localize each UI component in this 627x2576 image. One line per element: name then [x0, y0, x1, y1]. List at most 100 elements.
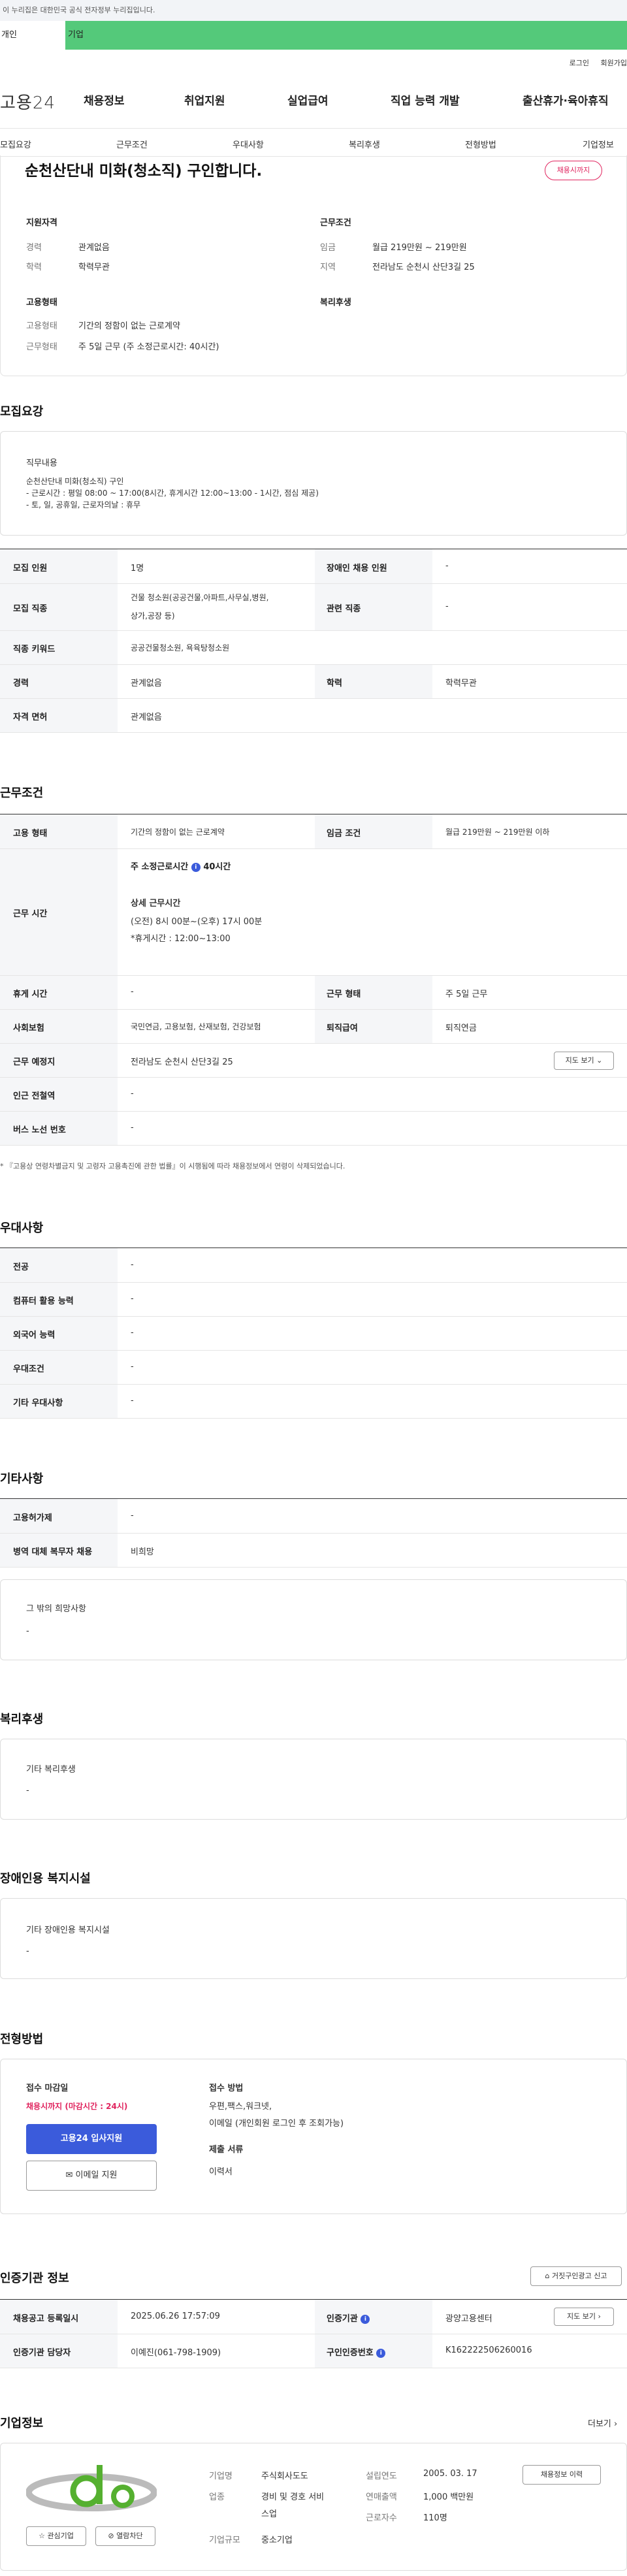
row-header: 자격 면허 [13, 713, 48, 722]
cond-key: 지역 [320, 263, 336, 272]
age-notice: * 『고용상 연령차별금지 및 고령자 고용촉진에 관한 법률』이 시행됨에 따… [0, 1162, 346, 1170]
chevron-right-icon: › [614, 2419, 618, 2429]
row-header: 경력 [13, 679, 29, 688]
row-header: 장애인 채용 인원 [327, 564, 387, 573]
apply-button[interactable]: 고용24 입사지원 [26, 2124, 157, 2154]
row-header: 관련 직종 [327, 604, 361, 614]
duty-line: - 토, 일, 공휴일, 근로자의날 : 휴무 [26, 500, 141, 509]
login-link[interactable]: 로그인 [570, 59, 589, 67]
row-value: - [131, 1362, 134, 1372]
gnb-job-info[interactable]: 채용정보 [84, 91, 125, 111]
lnb-recruit[interactable]: 모집요강 [0, 138, 31, 150]
lnb-company[interactable]: 기업정보 [583, 138, 614, 150]
doc-label: 제출 서류 [209, 2145, 244, 2155]
company-value: 경비 및 경호 서비 [261, 2492, 325, 2502]
welfare-label: 기타 복리후생 [26, 1765, 76, 1775]
detail-hours-line: (오전) 8시 00분~(오후) 17시 00분 [131, 917, 263, 927]
row-value: K162222506260016 [445, 2345, 532, 2355]
company-more-link[interactable]: 더보기 › [588, 2417, 617, 2429]
weekly-hours-label: 주 소정근로시간 [131, 862, 189, 872]
tab-business[interactable]: 기업 [68, 21, 84, 50]
star-icon: ☆ [39, 2532, 45, 2540]
agency-title: 인증기관 정보 [0, 2272, 69, 2285]
row-header: 인증기관 담당자 [13, 2348, 71, 2358]
row-header: 고용허가제 [13, 1513, 52, 1523]
selection-title: 전형방법 [0, 2033, 44, 2046]
emp-value: 주 5일 근무 (주 소정근로시간: 40시간) [78, 342, 219, 352]
cond-heading: 근무조건 [320, 218, 351, 228]
block-icon: ⊘ [108, 2532, 114, 2540]
row-value: - [131, 1089, 134, 1099]
row-value: 1명 [131, 564, 144, 573]
job-history-button[interactable]: 채용정보 이력 [522, 2465, 601, 2485]
company-value: 중소기업 [261, 2536, 293, 2545]
company-key: 업종 [209, 2492, 225, 2502]
welfare-box [0, 1739, 627, 1820]
block-view-button[interactable]: ⊘ 열람차단 [95, 2526, 155, 2546]
deadline-badge: 채용시까지 [545, 161, 602, 180]
mail-icon: ✉ [65, 2170, 73, 2180]
favorite-company-button[interactable]: ☆ 관심기업 [26, 2526, 86, 2546]
map-view-button[interactable]: 지도 보기 ⌄ [554, 1052, 614, 1070]
row-header: 고용 형태 [13, 829, 48, 839]
site-logo[interactable]: 고용24 [0, 89, 56, 114]
row-value: 학력무관 [445, 679, 477, 688]
row-value: 관계없음 [131, 713, 162, 722]
pref-title: 우대사항 [0, 1221, 44, 1235]
emp-key: 근무형태 [26, 342, 57, 352]
row-header: 인증기관 i [327, 2311, 370, 2324]
row-value: - [131, 1260, 134, 1270]
row-value: 국민연금, 고용보험, 산재보험, 건강보험 [131, 1022, 261, 1031]
duty-line: - 근로시간 : 평일 08:00 ~ 17:00(8시간, 휴게시간 12:0… [26, 489, 319, 498]
gnb-unemployment-benefit[interactable]: 실업급여 [287, 91, 329, 111]
company-key: 설립연도 [366, 2471, 397, 2481]
recruit-title: 모집요강 [0, 405, 44, 419]
weekly-hours-value: 40시간 [203, 862, 231, 872]
qual-heading: 지원자격 [26, 218, 57, 228]
lnb-selection[interactable]: 전형방법 [465, 138, 496, 150]
row-value: 2025.06.26 17:57:09 [131, 2311, 220, 2321]
row-value: 상가,공장 등) [131, 611, 175, 620]
lnb-preference[interactable]: 우대사항 [233, 138, 264, 150]
lnb-work[interactable]: 근무조건 [116, 138, 148, 150]
cond-key: 임금 [320, 243, 336, 253]
row-header: 사회보험 [13, 1023, 44, 1033]
other-hopes-value: - [26, 1626, 29, 1636]
qual-key: 학력 [26, 263, 42, 272]
deadline-value: 채용시까지 (마감시간 : 24시) [26, 2102, 128, 2111]
row-header: 인근 전철역 [13, 1091, 56, 1101]
company-title: 기업정보 [0, 2417, 44, 2430]
emp-value: 기간의 정함이 없는 근로계약 [78, 321, 180, 331]
row-value: - [131, 1123, 134, 1133]
method-label: 접수 방법 [209, 2084, 244, 2093]
chevron-right-icon: › [598, 2312, 601, 2321]
qual-value: 학력무관 [78, 263, 110, 272]
row-value: - [131, 1396, 134, 1406]
row-header: 학력 [327, 679, 342, 688]
row-value: - [445, 561, 449, 571]
deadline-label: 접수 마감일 [26, 2084, 69, 2093]
row-value: - [131, 987, 134, 997]
row-value: 건물 청소원(공공건물,아파트,사무실,병원, [131, 593, 269, 602]
welfare-heading: 복리후생 [320, 298, 351, 308]
emp-key: 고용형태 [26, 321, 57, 331]
join-link[interactable]: 회원가입 [601, 59, 627, 67]
email-apply-button[interactable]: ✉ 이메일 지원 [26, 2161, 157, 2191]
disabled-title: 장애인용 복지시설 [0, 1872, 91, 1886]
cond-value: 전라남도 순천시 산단3길 25 [372, 263, 475, 272]
agency-map-button[interactable]: 지도 보기 › [554, 2308, 614, 2326]
method-value: 우편,팩스,워크넷, [209, 2102, 272, 2112]
report-false-ad-button[interactable]: ⌂ 거짓구인광고 신고 [530, 2266, 622, 2286]
tab-personal[interactable]: 개인 [0, 21, 65, 50]
row-header: 구인인증번호 i [327, 2345, 386, 2358]
chevron-down-icon: ⌄ [596, 1056, 603, 1065]
company-key: 기업규모 [209, 2536, 240, 2545]
lnb-welfare[interactable]: 복리후생 [349, 138, 380, 150]
row-header: 임금 조건 [327, 829, 361, 839]
row-header: 모집 인원 [13, 564, 48, 573]
info-icon: i [376, 2348, 386, 2358]
row-header: 휴게 시간 [13, 990, 48, 999]
gnb-parental-leave[interactable]: 출산휴가·육아휴직 [522, 91, 609, 111]
gnb-employment-support[interactable]: 취업지원 [184, 91, 225, 111]
gnb-skill-development[interactable]: 직업 능력 개발 [391, 91, 460, 111]
